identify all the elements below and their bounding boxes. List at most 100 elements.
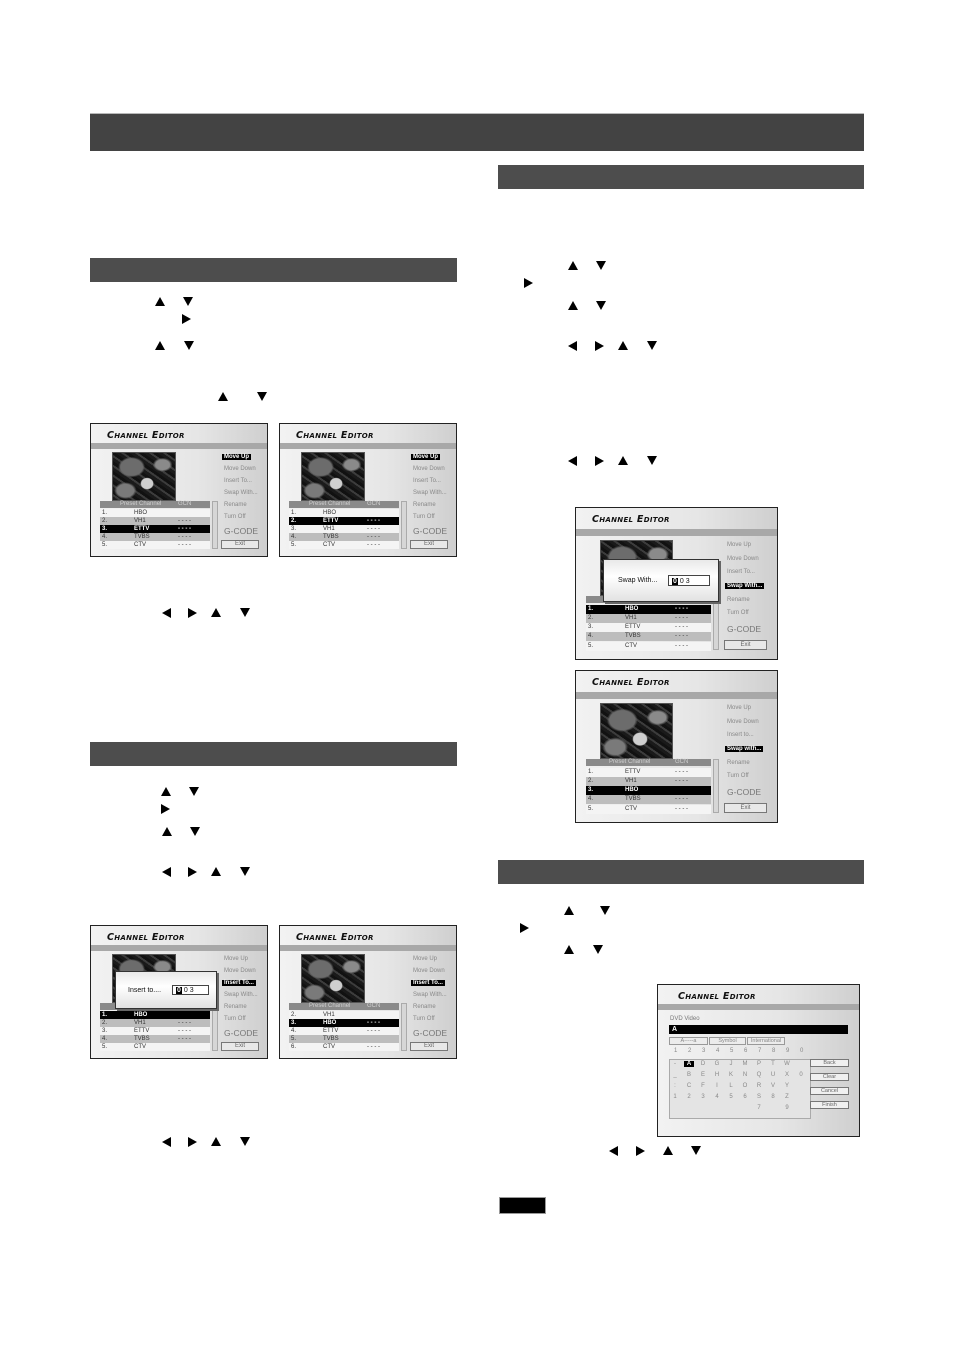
keyboard-key[interactable]: Z: [782, 1094, 792, 1100]
menu-gcode[interactable]: G-CODE: [725, 787, 763, 797]
menu-gcode[interactable]: G-CODE: [725, 624, 763, 634]
menu-move-up[interactable]: Move Up: [725, 705, 753, 711]
keyboard-key[interactable]: O: [740, 1083, 750, 1089]
table-scrollbar[interactable]: [212, 501, 218, 549]
keyboard-key[interactable]: -: [670, 1061, 680, 1067]
table-row[interactable]: 5. TVBS: [289, 1035, 399, 1043]
keyboard-key[interactable]: C: [684, 1083, 694, 1089]
menu-gcode[interactable]: G-CODE: [222, 1028, 260, 1038]
menu-turn-off[interactable]: Turn Off: [725, 610, 751, 616]
table-row[interactable]: 1. ETTV - - - -: [586, 768, 711, 777]
menu-turn-off[interactable]: Turn Off: [411, 514, 437, 520]
keyboard-key[interactable]: 9: [782, 1105, 792, 1111]
name-input[interactable]: A: [669, 1025, 848, 1034]
table-row[interactable]: 4. ETTV - - - -: [289, 1027, 399, 1035]
table-row[interactable]: 3. ETTV - - - -: [100, 525, 210, 533]
menu-move-down[interactable]: Move Down: [725, 556, 761, 562]
table-row[interactable]: 1. HBO: [289, 509, 399, 517]
menu-rename[interactable]: Rename: [725, 597, 752, 603]
keyboard-key[interactable]: M: [740, 1061, 750, 1067]
table-row[interactable]: 1. HBO - - - -: [586, 605, 711, 614]
table-scrollbar[interactable]: [713, 596, 719, 650]
back-button[interactable]: Back: [810, 1059, 849, 1067]
keyboard-key[interactable]: X: [782, 1072, 792, 1078]
menu-insert-to[interactable]: Insert To...: [222, 980, 256, 986]
menu-move-up[interactable]: Move Up: [411, 956, 439, 962]
menu-rename[interactable]: Rename: [725, 760, 752, 766]
menu-gcode[interactable]: G-CODE: [222, 526, 260, 536]
keyboard-key[interactable]: Q: [754, 1072, 764, 1078]
menu-move-up[interactable]: Move Up: [222, 454, 252, 460]
menu-rename[interactable]: Rename: [411, 1004, 438, 1010]
keyboard-key[interactable]: I: [712, 1083, 722, 1089]
menu-move-down[interactable]: Move Down: [411, 968, 447, 974]
menu-rename[interactable]: Rename: [222, 502, 249, 508]
table-row[interactable]: 2. ETTV - - - -: [289, 517, 399, 525]
menu-swap-with[interactable]: Swap With...: [411, 490, 449, 496]
table-row[interactable]: 5. CTV - - - -: [289, 541, 399, 549]
menu-turn-off[interactable]: Turn Off: [411, 1016, 437, 1022]
cancel-button[interactable]: Cancel: [810, 1087, 849, 1095]
keyboard-key[interactable]: U: [768, 1072, 778, 1078]
keyboard-key[interactable]: 7: [754, 1105, 764, 1111]
table-row[interactable]: 3. ETTV - - - -: [100, 1027, 210, 1035]
menu-swap-with[interactable]: Swap With...: [725, 583, 765, 589]
table-row[interactable]: 5. CTV - - - -: [586, 642, 711, 651]
keyboard-key[interactable]: 4: [712, 1094, 722, 1100]
menu-insert-to[interactable]: Insert To...: [222, 478, 254, 484]
keyboard-key[interactable]: P: [754, 1061, 764, 1067]
table-row[interactable]: 3. HBO: [586, 786, 711, 795]
menu-move-up[interactable]: Move Up: [411, 454, 441, 460]
table-row[interactable]: 6. CTV - - - -: [289, 1043, 399, 1051]
exit-button[interactable]: Exit: [410, 540, 448, 549]
clear-button[interactable]: Clear: [810, 1073, 849, 1081]
keyboard-key[interactable]: F: [698, 1083, 708, 1089]
keyboard-key[interactable]: 2: [684, 1094, 694, 1100]
table-row[interactable]: 3. ETTV - - - -: [586, 623, 711, 632]
keyboard-key[interactable]: B: [684, 1072, 694, 1078]
keyboard-key[interactable]: 3: [698, 1094, 708, 1100]
keyboard-key[interactable]: W: [782, 1061, 792, 1067]
menu-swap-with[interactable]: Swap With...: [222, 992, 260, 998]
keyboard-key[interactable]: _: [670, 1072, 680, 1078]
keyboard-key[interactable]: E: [698, 1072, 708, 1078]
table-row[interactable]: 4. TVBS - - - -: [586, 632, 711, 641]
keyboard-key[interactable]: 1: [670, 1094, 680, 1100]
keyboard-key[interactable]: 8: [768, 1094, 778, 1100]
table-row[interactable]: 5. CTV - - - -: [100, 541, 210, 549]
table-scrollbar[interactable]: [212, 1003, 218, 1051]
keyboard-key[interactable]: 5: [726, 1094, 736, 1100]
menu-turn-off[interactable]: Turn Off: [725, 773, 751, 779]
keyboard-key[interactable]: S: [754, 1094, 764, 1100]
keyboard-key[interactable]: J: [726, 1061, 736, 1067]
table-scrollbar[interactable]: [401, 501, 407, 549]
menu-swap-with[interactable]: Swap With...: [411, 992, 449, 998]
table-row[interactable]: 1. HBO: [100, 1011, 210, 1019]
menu-rename[interactable]: Rename: [411, 502, 438, 508]
menu-move-up[interactable]: Move Up: [222, 956, 250, 962]
keyboard-key[interactable]: Y: [782, 1083, 792, 1089]
table-row[interactable]: 2. VH1: [289, 1011, 399, 1019]
table-row[interactable]: 3. HBO - - - -: [289, 1019, 399, 1027]
keyboard-key[interactable]: H: [712, 1072, 722, 1078]
menu-swap-with[interactable]: Swap With...: [222, 490, 260, 496]
exit-button[interactable]: Exit: [221, 1042, 259, 1051]
exit-button[interactable]: Exit: [724, 803, 767, 813]
menu-rename[interactable]: Rename: [222, 1004, 249, 1010]
table-row[interactable]: 4. TVBS - - - -: [100, 533, 210, 541]
menu-insert-to[interactable]: Insert to...: [725, 732, 756, 738]
table-row[interactable]: 2. VH1 - - - -: [100, 517, 210, 525]
keyboard-key[interactable]: N: [740, 1072, 750, 1078]
exit-button[interactable]: Exit: [724, 640, 767, 650]
table-row[interactable]: 5. CTV - - - -: [586, 805, 711, 814]
menu-swap-with[interactable]: Swap with...: [725, 746, 764, 752]
menu-move-down[interactable]: Move Down: [222, 968, 258, 974]
menu-turn-off[interactable]: Turn Off: [222, 1016, 248, 1022]
menu-insert-to[interactable]: Insert To...: [411, 980, 445, 986]
table-scrollbar[interactable]: [401, 1003, 407, 1051]
position-input[interactable]: 0 0 3: [668, 575, 710, 586]
position-input[interactable]: 0 0 3: [172, 985, 209, 995]
keyboard-key[interactable]: 0: [796, 1072, 806, 1078]
keyboard-key[interactable]: K: [726, 1072, 736, 1078]
table-row[interactable]: 2. VH1 - - - -: [586, 777, 711, 786]
